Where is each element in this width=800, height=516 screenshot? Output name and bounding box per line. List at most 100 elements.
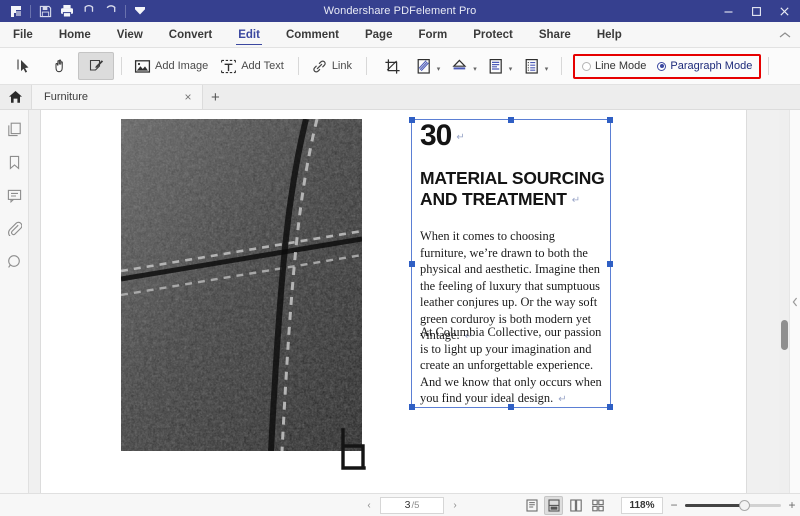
bates-numbering-button[interactable]: ▾ [518, 52, 554, 80]
vertical-scrollbar-thumb[interactable] [781, 320, 788, 350]
document-paragraph-2[interactable]: At Columbia Collective, our passion is t… [420, 324, 602, 407]
redo-icon[interactable] [100, 1, 122, 21]
line-mode-radio[interactable]: Line Mode [582, 60, 646, 72]
leather-image[interactable] [121, 119, 362, 451]
sidebar-item-thumbnails[interactable] [5, 120, 23, 138]
menu-item-home[interactable]: Home [46, 22, 104, 47]
toolbar-divider-4 [561, 57, 562, 75]
page-number-input[interactable]: 3 /5 [380, 497, 444, 514]
edit-tool-button[interactable] [78, 52, 114, 80]
menu-item-share[interactable]: Share [526, 22, 584, 47]
menu-item-form[interactable]: Form [405, 22, 460, 47]
undo-icon[interactable] [78, 1, 100, 21]
paragraph-mode-radio[interactable]: Paragraph Mode [657, 60, 752, 72]
zoom-slider[interactable] [685, 500, 781, 511]
background-dropdown-caret[interactable]: ▾ [473, 66, 477, 73]
zoom-slider-knob[interactable] [739, 500, 750, 511]
document-tab-furniture[interactable]: Furniture × [31, 85, 203, 109]
two-page-view-icon[interactable] [566, 496, 585, 515]
watermark-icon [416, 58, 432, 75]
select-tool-button[interactable] [6, 52, 42, 80]
sidebar-item-stamps[interactable] [5, 252, 23, 270]
close-tab-icon[interactable]: × [182, 91, 194, 103]
single-page-view-icon[interactable] [522, 496, 541, 515]
crop-button[interactable] [374, 52, 410, 80]
save-icon[interactable] [34, 1, 56, 21]
menu-item-file[interactable]: File [0, 22, 46, 47]
resize-handle-top-left[interactable] [409, 117, 415, 123]
add-text-button[interactable]: Add Text [215, 52, 291, 80]
pilcrow-mark-4: ↵ [553, 394, 566, 405]
watermark-button[interactable]: ▾ [410, 52, 446, 80]
continuous-view-icon[interactable] [544, 496, 563, 515]
minimize-button[interactable] [714, 0, 742, 22]
menu-item-protect[interactable]: Protect [460, 22, 526, 47]
menu-item-help[interactable]: Help [584, 22, 635, 47]
total-pages-value: /5 [411, 500, 419, 511]
maximize-button[interactable] [742, 0, 770, 22]
pdf-logo-icon[interactable] [5, 1, 27, 21]
sidebar-item-bookmarks[interactable] [5, 153, 23, 171]
zoom-out-button[interactable]: − [669, 499, 679, 511]
menu-item-edit[interactable]: Edit [225, 22, 273, 47]
link-button[interactable]: Link [306, 52, 359, 80]
add-image-icon [134, 58, 151, 75]
add-text-label: Add Text [241, 60, 286, 72]
menu-item-view[interactable]: View [104, 22, 156, 47]
pilcrow-mark-2: ↵ [567, 195, 580, 206]
zoom-level-value[interactable]: 118% [621, 497, 663, 514]
watermark-dropdown-caret[interactable]: ▾ [437, 66, 441, 73]
side-panel-rail [0, 110, 29, 493]
add-image-button[interactable]: Add Image [129, 52, 215, 80]
edit-pencil-icon [88, 58, 105, 75]
chair-pictogram-icon[interactable] [337, 428, 371, 475]
home-icon [8, 90, 23, 104]
toolbar-divider-3 [366, 57, 367, 75]
window-controls [714, 0, 800, 22]
background-button[interactable]: ▾ [446, 52, 482, 80]
stamp-icon [7, 254, 22, 269]
menu-item-convert[interactable]: Convert [156, 22, 225, 47]
resize-handle-top-right[interactable] [607, 117, 613, 123]
text-block-selection[interactable]: 30↵ MATERIAL SOURCING AND TREATMENT↵ Whe… [411, 119, 611, 408]
document-canvas[interactable]: 30↵ MATERIAL SOURCING AND TREATMENT↵ Whe… [29, 110, 800, 493]
header-footer-button[interactable]: ▾ [482, 52, 518, 80]
new-tab-button[interactable]: + [203, 85, 228, 109]
pdf-page[interactable]: 30↵ MATERIAL SOURCING AND TREATMENT↵ Whe… [41, 110, 746, 493]
home-tab-button[interactable] [0, 85, 31, 109]
close-button[interactable] [770, 0, 798, 22]
resize-handle-middle-right[interactable] [607, 261, 613, 267]
page-navigator: ‹ 3 /5 › [364, 497, 460, 514]
attachment-icon [7, 221, 22, 236]
add-text-icon [220, 58, 237, 75]
menu-item-comment[interactable]: Comment [273, 22, 352, 47]
menu-item-page[interactable]: Page [352, 22, 406, 47]
resize-handle-top-center[interactable] [508, 117, 514, 123]
next-page-button[interactable]: › [450, 500, 460, 511]
thumbnails-icon [7, 122, 22, 137]
collapse-ribbon-button[interactable] [779, 22, 800, 47]
right-panel-expander[interactable] [789, 110, 800, 493]
hand-tool-button[interactable] [42, 52, 78, 80]
document-heading[interactable]: MATERIAL SOURCING AND TREATMENT↵ [420, 168, 606, 211]
print-icon[interactable] [56, 1, 78, 21]
customize-dropdown-icon[interactable] [129, 1, 151, 21]
page-number-text[interactable]: 30↵ [420, 119, 464, 153]
sidebar-item-attachments[interactable] [5, 219, 23, 237]
header-footer-dropdown-caret[interactable]: ▾ [509, 66, 513, 73]
menu-bar: File Home View Convert Edit Comment Page… [0, 22, 800, 48]
chevron-up-icon [779, 31, 791, 39]
previous-page-button[interactable]: ‹ [364, 500, 374, 511]
add-image-label: Add Image [155, 60, 210, 72]
resize-handle-bottom-right[interactable] [607, 404, 613, 410]
hand-icon [52, 58, 69, 75]
background-icon [451, 58, 468, 75]
toolbar-divider-5 [768, 57, 769, 75]
page-number-value: 30 [420, 119, 451, 152]
resize-handle-bottom-left[interactable] [409, 404, 415, 410]
sidebar-item-comments[interactable] [5, 186, 23, 204]
bates-numbering-dropdown-caret[interactable]: ▾ [545, 66, 549, 73]
resize-handle-middle-left[interactable] [409, 261, 415, 267]
thumbnail-grid-view-icon[interactable] [588, 496, 607, 515]
zoom-in-button[interactable]: + [787, 499, 797, 511]
